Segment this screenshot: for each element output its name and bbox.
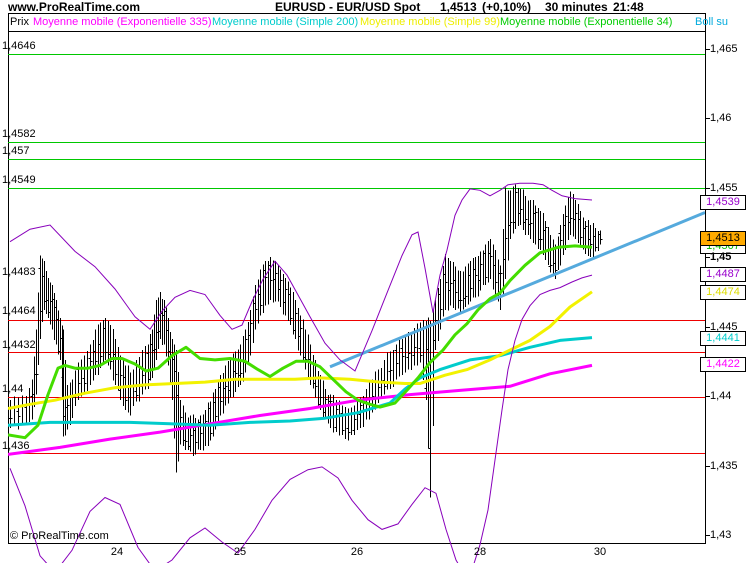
x-axis-label: 28 <box>473 546 487 558</box>
left-price-label[interactable]: 1,4582 <box>2 129 36 140</box>
left-price-label[interactable]: 1,4646 <box>2 41 36 52</box>
plot-border <box>8 13 706 544</box>
legend-item[interactable]: Moyenne mobile (Exponentielle 335) <box>33 17 212 28</box>
prorealtime-chart-window: { "header": { "site": "www.ProRealTime.c… <box>0 0 750 563</box>
right-axis-label: 1,435 <box>710 460 738 472</box>
right-axis-label: 1,46 <box>710 112 732 124</box>
right-axis-label: 1,43 <box>710 529 732 541</box>
trendline[interactable] <box>329 211 705 369</box>
price-bars <box>8 184 603 498</box>
chart-content <box>8 184 705 498</box>
legend-item[interactable]: Boll su <box>695 17 728 28</box>
legend-item[interactable]: Moyenne mobile (Exponentielle 34) <box>500 17 672 28</box>
left-price-label[interactable]: 1,4464 <box>2 306 36 317</box>
price-badge: 1,4441 <box>700 331 746 346</box>
price-badge: 1,4422 <box>700 357 746 372</box>
x-axis-label: 24 <box>110 546 124 558</box>
price-badge: 1,4539 <box>700 195 746 210</box>
left-price-label[interactable]: 1,457 <box>2 146 30 157</box>
left-price-label[interactable]: 1,44 <box>2 384 23 395</box>
legend-item[interactable]: Moyenne mobile (Simple 99) <box>360 17 500 28</box>
left-price-label[interactable]: 1,436 <box>2 441 30 452</box>
x-axis-label: 25 <box>233 546 247 558</box>
right-axis-label: 1,455 <box>710 182 738 194</box>
legend-item[interactable]: Prix <box>10 17 29 28</box>
chart-plot-area[interactable] <box>0 0 750 563</box>
price-badge: 1,4513 <box>700 231 746 246</box>
right-axis-label: 1,465 <box>710 43 738 55</box>
x-axis-label: 30 <box>593 546 607 558</box>
legend-item[interactable]: Moyenne mobile (Simple 200) <box>212 17 358 28</box>
right-axis-label: 1,44 <box>710 390 732 402</box>
left-price-label[interactable]: 1,4549 <box>2 175 36 186</box>
right-axis-label: 1,445 <box>710 321 738 333</box>
price-badge: 1,4474 <box>700 285 746 300</box>
x-axis-label: 26 <box>350 546 364 558</box>
watermark: © ProRealTime.com <box>10 530 109 542</box>
price-badge: 1,4487 <box>700 267 746 282</box>
left-price-label[interactable]: 1,4483 <box>2 267 36 278</box>
left-price-label[interactable]: 1,4432 <box>2 340 36 351</box>
right-axis-label: 1,45 <box>710 251 732 263</box>
